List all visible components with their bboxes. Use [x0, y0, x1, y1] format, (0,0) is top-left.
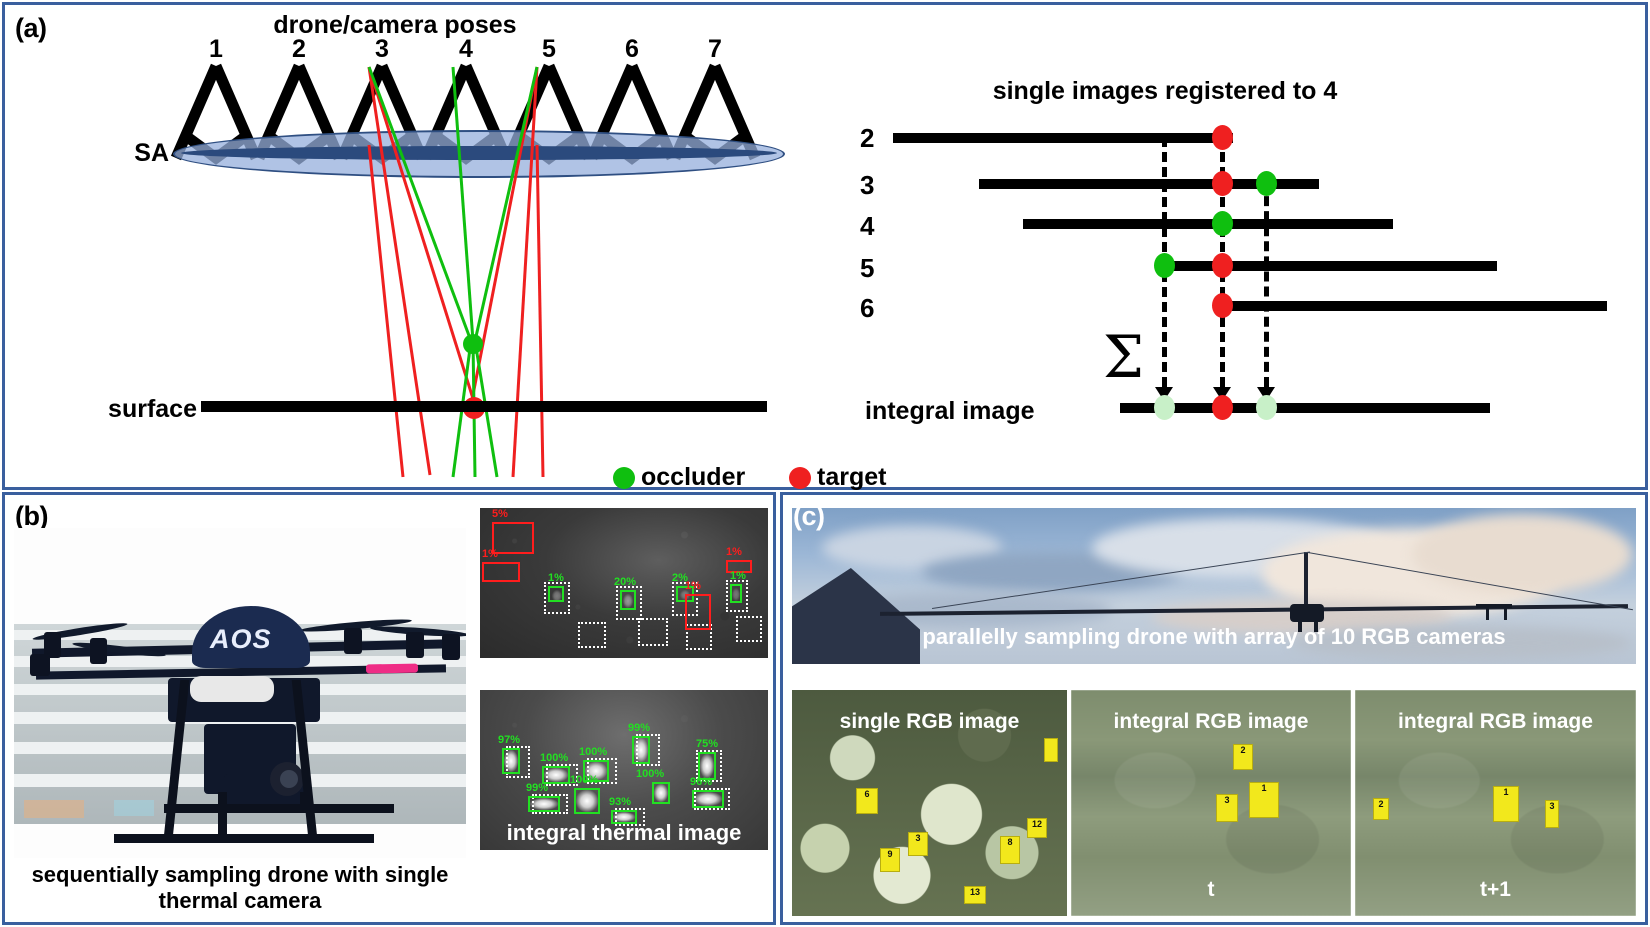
- integral-thermal-image: 97% 100% 99% 100% 100% 99% 93% 100% 75% …: [480, 690, 768, 850]
- rgb-marker: 9: [880, 848, 900, 872]
- sigma-symbol: Σ: [1103, 323, 1145, 391]
- rgb-marker: 1: [1493, 786, 1519, 822]
- rgb-marker: 12: [1027, 818, 1047, 838]
- rgb-marker: 6: [856, 788, 878, 814]
- figure-root: (a) drone/camera poses 1 2 3 4 5 6 7 SA: [0, 0, 1650, 927]
- sa-label: SA: [134, 139, 169, 167]
- detection-box: 20%: [614, 577, 636, 610]
- registered-bar-2: [893, 133, 1233, 143]
- registered-target-dot-5: [1212, 253, 1233, 278]
- registered-occluder-dot-3: [1256, 171, 1277, 196]
- legend-occluder-dot: [613, 467, 635, 489]
- single-rgb-image: 6 3 9 8 13 12 single RGB image: [792, 690, 1067, 916]
- projection-rays: [367, 66, 545, 478]
- rgb-marker: 3: [1545, 800, 1559, 828]
- integral-rgb-image-t: 2 1 3 integral RGB image t: [1071, 690, 1351, 916]
- registered-bar-5: [1157, 261, 1497, 271]
- detection-box: 1%: [548, 573, 564, 602]
- registered-occluder-dot-5: [1154, 253, 1175, 278]
- registered-row-label-2: 2: [860, 123, 875, 153]
- panel-a-label: (a): [15, 13, 47, 43]
- detection-box: 1%: [685, 581, 711, 630]
- registered-row-label-5: 5: [860, 253, 875, 283]
- single-images-registered-title: single images registered to 4: [992, 77, 1338, 105]
- panel-a: (a) drone/camera poses 1 2 3 4 5 6 7 SA: [2, 2, 1648, 491]
- gt-box: [736, 616, 762, 642]
- drone-caption-line2: thermal camera: [158, 888, 322, 913]
- registered-target-dot-2: [1212, 125, 1233, 150]
- single-rgb-caption: single RGB image: [839, 710, 1020, 733]
- detection-box: 99%: [526, 783, 560, 812]
- registered-row-label-6: 6: [860, 293, 875, 323]
- gt-box: [578, 622, 606, 648]
- integral-occluder-faint-left: [1154, 395, 1175, 420]
- single-thermal-image: 5% 1% 1% 20% 2% 1% 1% 1%: [480, 508, 768, 658]
- sky-caption: parallelly sampling drone with array of …: [922, 624, 1506, 649]
- detection-box: 100%: [570, 775, 600, 814]
- legend-target-label: target: [817, 463, 887, 491]
- legend-target-dot: [789, 467, 811, 489]
- integral-rgb-caption-t1: integral RGB image: [1398, 710, 1593, 733]
- registered-row-label-3: 3: [860, 170, 875, 200]
- gt-box: [638, 618, 668, 646]
- rgb-marker: 1: [1249, 782, 1279, 818]
- integral-image-label: integral image: [865, 397, 1035, 425]
- rgb-marker: 2: [1233, 744, 1253, 770]
- rgb-marker: 8: [1000, 836, 1020, 864]
- detection-box: 97%: [498, 735, 520, 774]
- surface-line: [201, 401, 767, 412]
- registered-row-label-4: 4: [860, 211, 875, 241]
- legend-occluder-label: occluder: [641, 463, 746, 491]
- registered-target-dot-3: [1212, 171, 1233, 196]
- rgb-marker: 13: [964, 886, 986, 904]
- rgb-marker: 3: [1216, 794, 1238, 822]
- integral-target-dot: [1212, 395, 1233, 420]
- parallel-drone-photo: parallelly sampling drone with array of …: [792, 508, 1636, 664]
- dashed-projection-right: [1264, 181, 1269, 387]
- drone-logo-text: AOS: [210, 624, 272, 654]
- registered-bar-4: [1023, 219, 1393, 229]
- rgb-marker: [1044, 738, 1058, 762]
- integral-rgb-image-t1: 2 1 3 integral RGB image t+1: [1355, 690, 1636, 916]
- integral-rgb-caption-t: integral RGB image: [1113, 710, 1309, 733]
- surface-label: surface: [108, 395, 197, 423]
- occluder-point: [463, 334, 483, 354]
- detection-box: 100%: [636, 769, 670, 804]
- detection-box: 1%: [482, 549, 520, 582]
- detection-box: 99%: [628, 723, 650, 764]
- integral-thermal-caption: integral thermal image: [506, 820, 742, 845]
- registered-target-dot-6: [1212, 293, 1233, 318]
- time-label-t1: t+1: [1480, 878, 1511, 901]
- rgb-marker: 2: [1373, 798, 1389, 820]
- drone-caption-line1: sequentially sampling drone with single: [31, 862, 449, 887]
- integral-occluder-faint-right: [1256, 395, 1277, 420]
- detection-box: 5%: [492, 509, 534, 554]
- registered-occluder-dot-4: [1212, 211, 1233, 236]
- panel-c-label: (c): [793, 501, 825, 531]
- time-label-t: t: [1207, 878, 1215, 901]
- sequential-drone-photo: AOS: [14, 528, 466, 858]
- integral-image-bar: [1120, 403, 1490, 413]
- single-thermal-caption: single thermal image: [514, 656, 734, 681]
- detection-box: 96%: [690, 777, 724, 808]
- rgb-marker: 3: [908, 832, 928, 856]
- registered-bar-6: [1217, 301, 1607, 311]
- detection-box: 1%: [730, 571, 746, 603]
